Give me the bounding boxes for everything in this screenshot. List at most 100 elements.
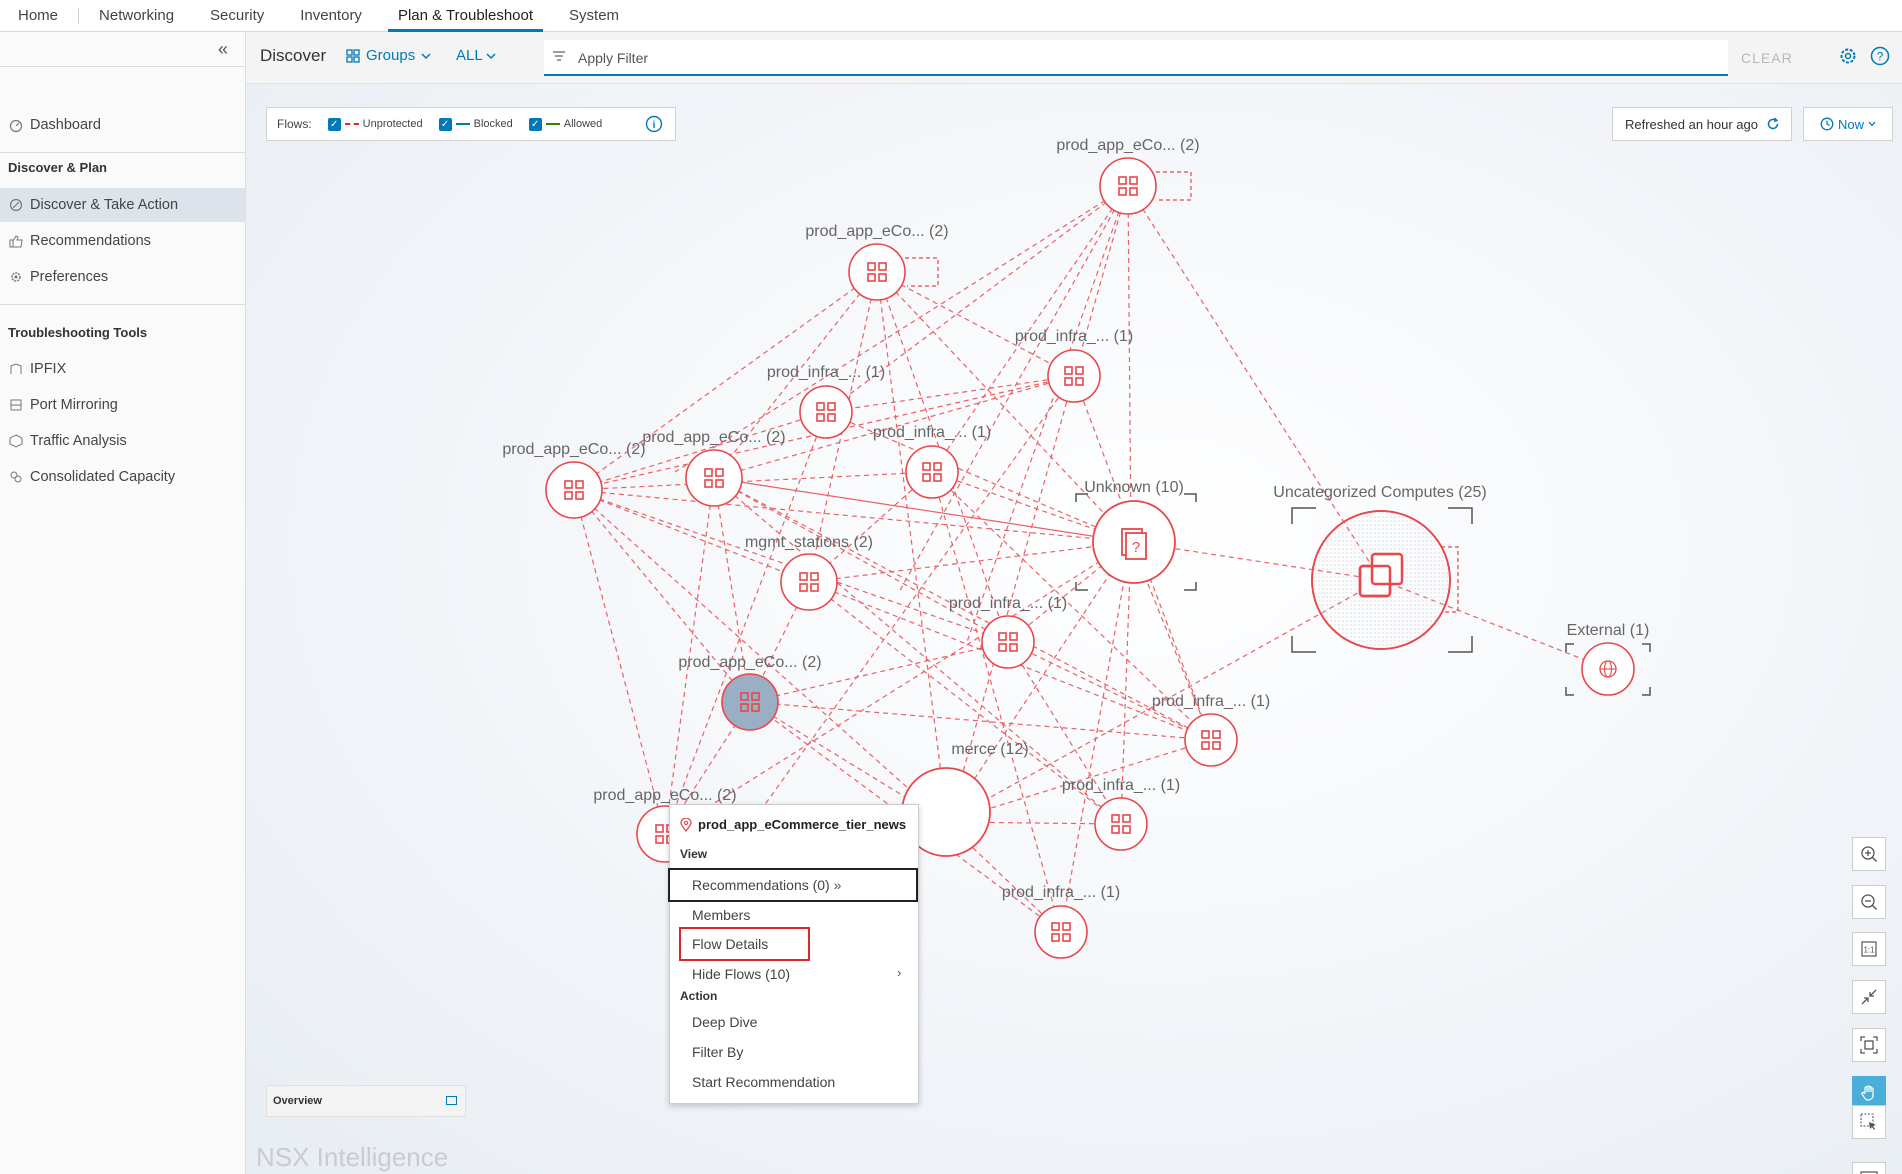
fit-to-screen-icon[interactable]: [1852, 1028, 1886, 1062]
sidebar-item-consolidated-capacity[interactable]: Consolidated Capacity: [0, 460, 246, 494]
select-area-icon[interactable]: [1852, 1105, 1886, 1139]
double-chevron-icon: »: [833, 877, 842, 893]
sidebar-divider: [0, 152, 246, 153]
sidebar-section-heading: Discover & Plan: [8, 160, 107, 175]
action-section-label: Action: [680, 989, 718, 1003]
sidebar-item-label: IPFIX: [30, 361, 67, 377]
group-node[interactable]: [1184, 713, 1238, 767]
tab-system[interactable]: System: [551, 0, 637, 32]
svg-text:?: ?: [1132, 539, 1140, 556]
sidebar-item-label: Traffic Analysis: [30, 433, 127, 449]
node-label: prod_infra_... (1): [949, 595, 1067, 612]
group-node[interactable]: [545, 461, 603, 519]
topology-graph[interactable]: ? prod_app_eCo... (2) prod_app_eCo... (2…: [246, 32, 1902, 1174]
capacity-icon: [8, 469, 24, 485]
node-label: prod_infra_... (1): [1062, 777, 1180, 794]
external-node[interactable]: [1565, 642, 1651, 696]
group-node[interactable]: [1034, 905, 1088, 959]
thumbs-up-icon: [8, 233, 24, 249]
sidebar-item-label: Dashboard: [30, 117, 101, 133]
sidebar-item-preferences[interactable]: Preferences: [0, 260, 246, 294]
tab-security[interactable]: Security: [192, 0, 282, 32]
collapse-icon[interactable]: [1852, 980, 1886, 1014]
context-menu-header: prod_app_eCommerce_tier_news: [680, 817, 906, 832]
group-node[interactable]: [848, 243, 906, 301]
node-label: prod_app_eCo... (2): [593, 787, 736, 804]
sidebar-item-ipfix[interactable]: IPFIX: [0, 352, 246, 386]
group-node[interactable]: [780, 553, 838, 611]
group-node[interactable]: [1047, 349, 1101, 403]
overview-panel[interactable]: Overview: [266, 1085, 466, 1117]
sidebar-item-traffic-analysis[interactable]: Traffic Analysis: [0, 424, 246, 458]
sidebar-item-dashboard[interactable]: Dashboard: [0, 108, 246, 142]
brand-watermark: NSX Intelligence: [256, 1142, 449, 1172]
location-pin-icon: [680, 817, 692, 832]
node-label: prod_app_eCo... (2): [642, 429, 785, 446]
group-node[interactable]: [905, 445, 959, 499]
node-context-menu: prod_app_eCommerce_tier_news View Recomm…: [668, 804, 919, 1104]
node-label: prod_app_eCo... (2): [678, 654, 821, 671]
gears-icon: [8, 269, 24, 285]
sidebar-item-label: Consolidated Capacity: [30, 469, 176, 485]
zoom-out-icon[interactable]: [1852, 885, 1886, 919]
discover-icon: [8, 197, 24, 213]
group-node[interactable]: [1094, 797, 1148, 851]
selected-group-node[interactable]: [721, 673, 779, 731]
unknown-node[interactable]: ?: [1075, 493, 1197, 591]
svg-text:1:1: 1:1: [1863, 946, 1875, 955]
discover-canvas: Discover Groups ALL Apply Filter CLEAR ?…: [246, 32, 1902, 1174]
menu-hide-flows[interactable]: Hide Flows (10): [692, 966, 790, 982]
actual-size-icon[interactable]: 1:1: [1852, 932, 1886, 966]
node-label: prod_infra_... (1): [1002, 884, 1120, 901]
sidebar: « Dashboard Discover & Plan Discover & T…: [0, 32, 246, 1174]
top-navigation: Home Networking Security Inventory Plan …: [0, 0, 1902, 32]
tab-inventory[interactable]: Inventory: [282, 0, 380, 32]
sidebar-section-heading: Troubleshooting Tools: [8, 325, 148, 340]
overview-label: Overview: [273, 1095, 322, 1107]
group-node[interactable]: [799, 385, 853, 439]
expand-icon[interactable]: [446, 1096, 457, 1105]
context-menu-title: prod_app_eCommerce_tier_news: [698, 817, 907, 832]
sidebar-item-label: Port Mirroring: [30, 397, 118, 413]
menu-start-recommendation[interactable]: Start Recommendation: [692, 1074, 835, 1090]
node-label: prod_infra_... (1): [767, 364, 885, 381]
sidebar-item-label: Preferences: [30, 269, 109, 285]
uncategorized-computes-node[interactable]: [1291, 507, 1473, 653]
node-label: prod_infra_... (1): [1015, 328, 1133, 345]
node-label: prod_app_eCo... (2): [502, 441, 645, 458]
node-label: prod_infra_... (1): [873, 424, 991, 441]
menu-recommendations[interactable]: Recommendations (0) »: [692, 877, 841, 893]
node-label: Unknown (10): [1084, 479, 1184, 496]
node-label: prod_infra_... (1): [1152, 693, 1270, 710]
menu-filter-by[interactable]: Filter By: [692, 1044, 743, 1060]
node-label: prod_app_eCo... (2): [1056, 137, 1199, 154]
group-node[interactable]: [1099, 157, 1157, 215]
zoom-in-icon[interactable]: [1852, 837, 1886, 871]
view-section-label: View: [680, 847, 708, 861]
node-label: Uncategorized Computes (25): [1273, 484, 1486, 501]
tab-networking[interactable]: Networking: [81, 0, 192, 32]
sidebar-item-port-mirroring[interactable]: Port Mirroring: [0, 388, 246, 422]
node-label: mgmt_stations (2): [745, 534, 873, 551]
sidebar-divider: [0, 66, 246, 67]
node-label: merce (12): [951, 741, 1028, 758]
menu-deep-dive[interactable]: Deep Dive: [692, 1014, 757, 1030]
group-node[interactable]: [685, 449, 743, 507]
sidebar-item-recommendations[interactable]: Recommendations: [0, 224, 246, 258]
port-mirroring-icon: [8, 397, 24, 413]
collapse-sidebar-icon[interactable]: «: [213, 40, 233, 60]
sidebar-item-label: Recommendations: [30, 233, 151, 249]
ipfix-icon: [8, 361, 24, 377]
tab-home[interactable]: Home: [0, 0, 76, 32]
sidebar-item-discover-take-action[interactable]: Discover & Take Action: [0, 188, 246, 222]
menu-recommendations-label: Recommendations (0): [692, 877, 830, 893]
sidebar-divider: [0, 304, 246, 305]
node-label: External (1): [1567, 622, 1650, 639]
menu-members[interactable]: Members: [692, 907, 750, 923]
tab-plan-troubleshoot[interactable]: Plan & Troubleshoot: [380, 0, 551, 32]
menu-flow-details[interactable]: Flow Details: [692, 936, 768, 952]
node-label: prod_app_eCo... (2): [805, 223, 948, 240]
group-node[interactable]: [981, 615, 1035, 669]
snapshot-icon[interactable]: [1852, 1162, 1886, 1174]
chevron-right-icon: ›: [897, 965, 902, 980]
